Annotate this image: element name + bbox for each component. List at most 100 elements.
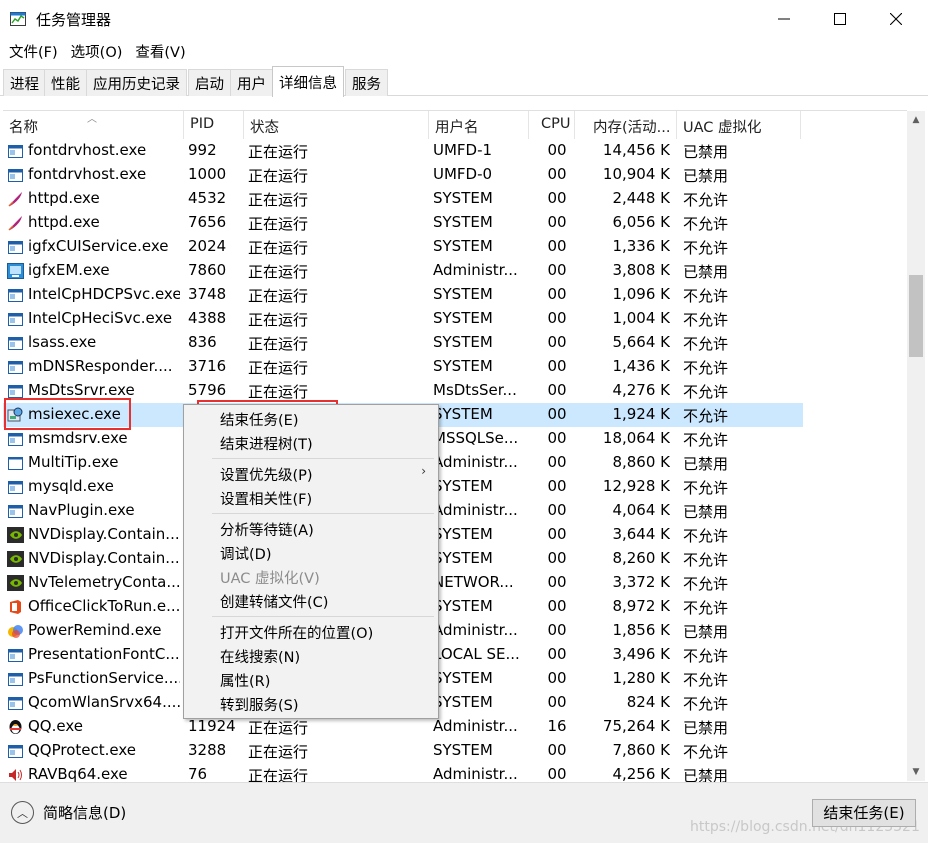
table-row[interactable]: IntelCpHDCPSvc.exe 3748 正在运行 SYSTEM 00 1,096 … <box>3 283 803 307</box>
process-user: SYSTEM <box>433 237 493 255</box>
process-cpu: 00 <box>547 213 567 231</box>
column-header-status[interactable]: 状态 <box>244 111 429 139</box>
table-row[interactable]: IntelCpHeciSvc.exe 4388 正在运行 SYSTEM 00 1,004 … <box>3 307 803 331</box>
close-button[interactable] <box>868 0 924 38</box>
column-header-memory[interactable]: 内存(活动... <box>575 111 677 139</box>
table-row[interactable]: igfxEM.exe 7860 正在运行 Administr... 00 3,808 K 已… <box>3 259 803 283</box>
process-memory: 1,336 K <box>612 237 670 255</box>
table-row[interactable]: httpd.exe 4532 正在运行 SYSTEM 00 2,448 K 不允许 <box>3 187 803 211</box>
process-uac: 已禁用 <box>683 263 729 281</box>
process-user: Administr... <box>433 621 518 639</box>
fewer-details-button[interactable]: ︿ 简略信息(D) <box>11 801 126 824</box>
generic-window-icon <box>8 241 23 254</box>
process-user: SYSTEM <box>433 693 493 711</box>
process-status: 正在运行 <box>248 239 309 257</box>
process-status: 正在运行 <box>248 215 309 233</box>
process-memory: 10,904 K <box>602 165 670 183</box>
process-uac: 不允许 <box>683 383 729 401</box>
process-name: igfxEM.exe <box>28 261 110 279</box>
process-status: 正在运行 <box>248 743 309 761</box>
context-menu-item-label: UAC 虚拟化(V) <box>220 571 320 587</box>
context-menu-item-label: 设置相关性(F) <box>220 492 313 508</box>
generic-window-icon <box>8 481 23 494</box>
column-header-name[interactable]: 名称 ︿ <box>3 111 184 139</box>
process-status: 正在运行 <box>248 383 309 401</box>
context-menu-item-analyze-wait-chain[interactable]: 分析等待链(A) <box>184 517 438 541</box>
maximize-button[interactable] <box>812 0 868 38</box>
context-menu-item-end-task[interactable]: 结束任务(E) <box>184 407 438 431</box>
context-menu-item-label: 分析等待链(A) <box>220 523 314 539</box>
tab-users[interactable]: 用户 <box>230 69 273 96</box>
context-menu-item-properties[interactable]: 属性(R) <box>184 668 438 692</box>
column-header-uac[interactable]: UAC 虚拟化 <box>677 111 801 139</box>
process-name: PowerRemind.exe <box>28 621 162 639</box>
process-memory: 6,056 K <box>612 213 670 231</box>
window-title: 任务管理器 <box>36 11 112 29</box>
context-menu-item-set-priority[interactable]: 设置优先级(P) › <box>184 462 438 486</box>
process-status: 正在运行 <box>248 191 309 209</box>
tab-processes[interactable]: 进程 <box>3 69 46 96</box>
tab-services[interactable]: 服务 <box>345 69 388 96</box>
table-row[interactable]: igfxCUIService.exe 2024 正在运行 SYSTEM 00 1,336 … <box>3 235 803 259</box>
scroll-down-icon[interactable]: ▼ <box>907 763 925 781</box>
table-row[interactable]: lsass.exe 836 正在运行 SYSTEM 00 5,664 K 不允许 <box>3 331 803 355</box>
tab-performance[interactable]: 性能 <box>44 69 87 96</box>
power-remind-icon <box>8 625 23 638</box>
context-menu-item-create-dump-file[interactable]: 创建转储文件(C) <box>184 589 438 613</box>
context-menu-item-search-online[interactable]: 在线搜索(N) <box>184 644 438 668</box>
process-name: igfxCUIService.exe <box>28 237 169 255</box>
context-menu-item-go-to-services[interactable]: 转到服务(S) <box>184 692 438 716</box>
column-header-pid[interactable]: PID <box>184 111 244 139</box>
process-memory: 1,280 K <box>612 669 670 687</box>
menu-bar: 文件(F) 选项(O) 查看(V) <box>0 38 928 64</box>
process-name: mysqld.exe <box>28 477 114 495</box>
menu-separator <box>212 458 434 459</box>
process-memory: 8,860 K <box>612 453 670 471</box>
title-bar[interactable]: 任务管理器 <box>0 0 928 38</box>
tab-startup[interactable]: 启动 <box>188 69 231 96</box>
sort-ascending-icon: ︿ <box>87 114 97 125</box>
column-header-name-label: 名称 <box>9 120 38 136</box>
table-row[interactable]: fontdrvhost.exe 992 正在运行 UMFD-1 00 14,456 K 已禁… <box>3 139 803 163</box>
vertical-scrollbar[interactable]: ▲ ▼ <box>907 111 925 781</box>
scrollbar-thumb[interactable] <box>909 275 923 357</box>
process-name: NVDisplay.Contain... <box>28 549 180 567</box>
context-menu-item-open-file-location[interactable]: 打开文件所在的位置(O) <box>184 620 438 644</box>
table-row[interactable]: mDNSResponder.... 3716 正在运行 SYSTEM 00 1,436 K… <box>3 355 803 379</box>
menu-file[interactable]: 文件(F) <box>0 38 58 64</box>
minimize-button[interactable] <box>756 0 812 38</box>
process-user: SYSTEM <box>433 189 493 207</box>
tab-app-history[interactable]: 应用历史记录 <box>86 69 187 96</box>
process-uac: 不允许 <box>683 479 729 497</box>
table-row[interactable]: QQProtect.exe 3288 正在运行 SYSTEM 00 7,860 K 不允许 <box>3 739 803 763</box>
menu-options[interactable]: 选项(O) <box>62 38 123 64</box>
chevron-up-icon: ︿ <box>11 801 34 824</box>
process-cpu: 00 <box>547 453 567 471</box>
table-row[interactable]: fontdrvhost.exe 1000 正在运行 UMFD-0 00 10,904 K 已… <box>3 163 803 187</box>
table-row[interactable]: RAVBq64.exe 76 正在运行 Administr... 00 4,256 K 已禁… <box>3 763 803 782</box>
context-menu-item-end-process-tree[interactable]: 结束进程树(T) <box>184 431 438 455</box>
column-header-user[interactable]: 用户名 <box>429 111 529 139</box>
tab-details[interactable]: 详细信息 <box>272 66 344 97</box>
process-user: SYSTEM <box>433 549 493 567</box>
menu-view[interactable]: 查看(V) <box>126 38 185 64</box>
scroll-up-icon[interactable]: ▲ <box>907 111 925 129</box>
process-status: 正在运行 <box>248 263 309 281</box>
context-menu-item-set-affinity[interactable]: 设置相关性(F) <box>184 486 438 510</box>
generic-window-icon <box>8 169 23 182</box>
process-uac: 不允许 <box>683 647 729 665</box>
process-memory: 1,004 K <box>612 309 670 327</box>
column-header-cpu[interactable]: CPU <box>529 111 575 139</box>
context-menu-item-debug[interactable]: 调试(D) <box>184 541 438 565</box>
generic-window-icon <box>8 649 23 662</box>
qq-penguin-icon <box>9 720 22 734</box>
process-user: Administr... <box>433 261 518 279</box>
end-task-button[interactable]: 结束任务(E) <box>812 799 916 827</box>
table-row[interactable]: httpd.exe 7656 正在运行 SYSTEM 00 6,056 K 不允许 <box>3 211 803 235</box>
process-user: SYSTEM <box>433 333 493 351</box>
process-pid: 4532 <box>188 189 227 207</box>
process-name: msiexec.exe <box>28 405 121 423</box>
table-row[interactable]: MsDtsSrvr.exe 5796 正在运行 MsDtsSer... 00 4,276 … <box>3 379 803 403</box>
process-cpu: 00 <box>547 357 567 375</box>
context-menu-item-label: 打开文件所在的位置(O) <box>220 626 374 642</box>
